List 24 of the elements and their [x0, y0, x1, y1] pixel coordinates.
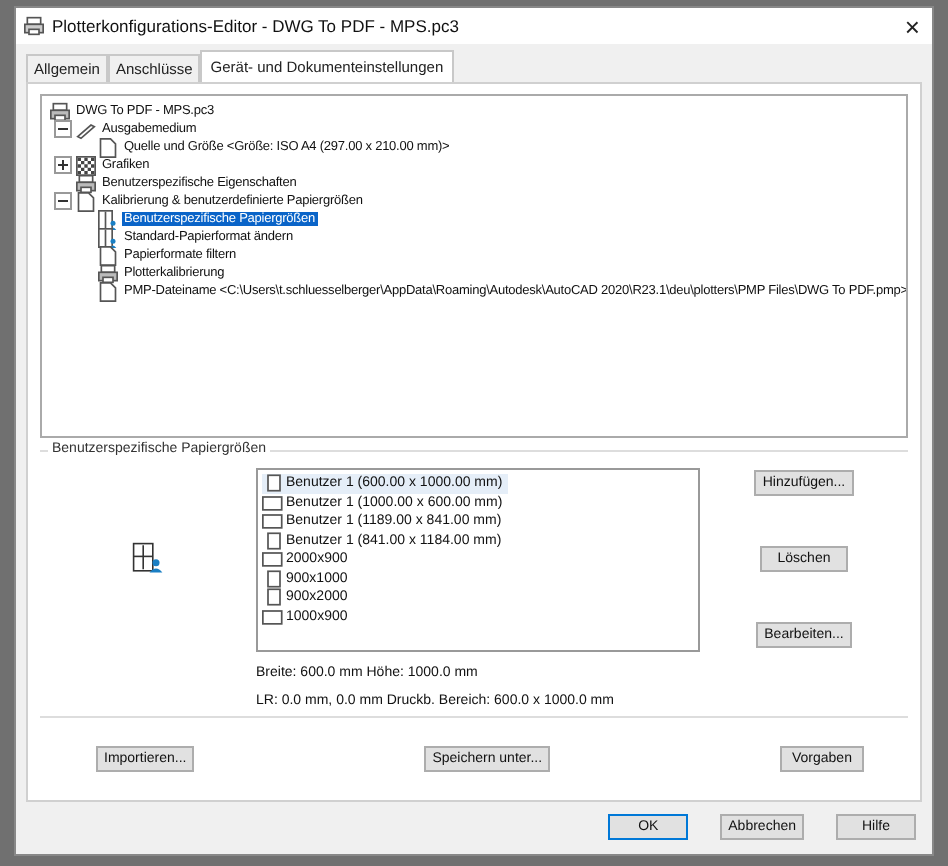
- landscape-page-icon: [262, 512, 286, 531]
- document-icon: [76, 191, 96, 211]
- printer-icon: [98, 263, 118, 283]
- landscape-page-icon: [262, 550, 286, 569]
- document-icon: [98, 137, 118, 157]
- custom-paper-icon: [98, 209, 118, 229]
- expander-icon[interactable]: [54, 120, 72, 138]
- custom-paper-icon: [132, 542, 164, 574]
- printer-icon: [50, 101, 70, 121]
- custom-paper-icon: [98, 227, 118, 247]
- portrait-page-icon: [262, 588, 286, 607]
- pen-icon: [76, 119, 96, 139]
- portrait-page-icon: [262, 569, 286, 588]
- expander-icon[interactable]: [54, 156, 72, 174]
- landscape-page-icon: [262, 607, 286, 626]
- window-title: Plotterkonfigurations-Editor - DWG To PDF - MPS.pc3: [52, 16, 461, 36]
- checker-icon: [76, 155, 96, 175]
- portrait-page-icon: [262, 531, 286, 550]
- landscape-page-icon: [262, 493, 286, 512]
- printer-icon: [24, 16, 44, 36]
- close-button[interactable]: ×: [892, 13, 932, 39]
- expander-icon[interactable]: [54, 192, 72, 210]
- portrait-page-icon: [262, 474, 286, 493]
- printer-icon: [76, 173, 96, 193]
